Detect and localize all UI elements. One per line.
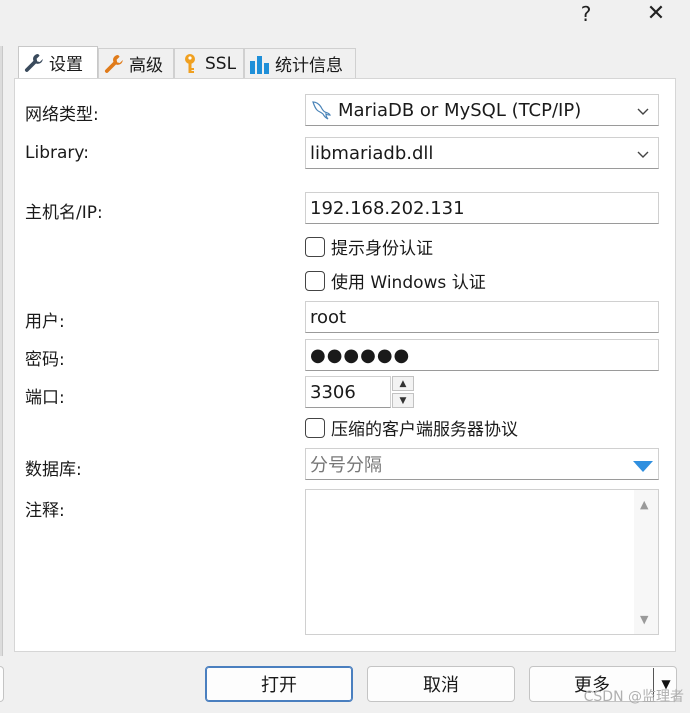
network-type-value: MariaDB or MySQL (TCP/IP) xyxy=(338,99,582,121)
tab-statistics-label: 统计信息 xyxy=(275,56,343,76)
left-edge-strip xyxy=(0,46,3,656)
open-button-label: 打开 xyxy=(261,675,297,696)
prompt-credentials-checkbox[interactable]: 提示身份认证 xyxy=(305,234,433,259)
checkbox-box[interactable] xyxy=(305,236,325,257)
compression-checkbox[interactable]: 压缩的客户端服务器协议 xyxy=(305,415,518,440)
partial-button[interactable] xyxy=(0,666,4,702)
windows-auth-checkbox[interactable]: 使用 Windows 认证 xyxy=(305,268,486,293)
checkbox-box[interactable] xyxy=(305,417,325,438)
port-increment-button[interactable]: ▲ xyxy=(392,376,414,391)
wrench-icon xyxy=(103,53,125,75)
windows-auth-label: 使用 Windows 认证 xyxy=(331,273,486,293)
tab-settings[interactable]: 设置 xyxy=(18,46,98,78)
hostname-input[interactable]: 192.168.202.131 xyxy=(305,192,659,224)
port-stepper[interactable]: ▲ ▼ xyxy=(392,376,414,408)
comment-label: 注释: xyxy=(25,501,65,521)
user-value: root xyxy=(310,306,347,328)
tab-advanced[interactable]: 高级 xyxy=(98,48,174,78)
watermark: CSDN @监理者 xyxy=(583,689,684,705)
port-value: 3306 xyxy=(310,381,356,403)
comment-scrollbar[interactable]: ▲ ▼ xyxy=(634,490,658,634)
dropdown-arrow-icon[interactable] xyxy=(632,457,654,472)
comment-textarea[interactable]: ▲ ▼ xyxy=(305,489,659,635)
tab-advanced-label: 高级 xyxy=(129,56,163,76)
mysql-dolphin-icon xyxy=(310,99,334,121)
chevron-down-icon xyxy=(636,102,650,116)
library-label: Library: xyxy=(25,143,89,163)
tab-ssl[interactable]: SSL xyxy=(174,48,244,78)
hostname-label: 主机名/IP: xyxy=(25,203,103,223)
compression-label: 压缩的客户端服务器协议 xyxy=(331,420,518,440)
hostname-value: 192.168.202.131 xyxy=(310,197,465,219)
databases-label: 数据库: xyxy=(25,460,82,480)
tab-settings-label: 设置 xyxy=(49,55,83,75)
port-input[interactable]: 3306 xyxy=(305,376,391,408)
open-button[interactable]: 打开 xyxy=(205,666,353,702)
password-input[interactable]: ●●●●●● xyxy=(305,339,659,371)
title-bar: ? ✕ xyxy=(0,0,690,36)
network-type-label: 网络类型: xyxy=(25,105,99,125)
password-value: ●●●●●● xyxy=(310,344,411,366)
cancel-button[interactable]: 取消 xyxy=(367,666,515,702)
close-button[interactable]: ✕ xyxy=(636,0,676,30)
key-icon xyxy=(179,53,201,75)
library-value: libmariadb.dll xyxy=(310,142,434,164)
help-button[interactable]: ? xyxy=(566,0,606,30)
arrow-down-icon: ▼ xyxy=(399,395,407,406)
scroll-up-icon[interactable]: ▲ xyxy=(640,498,648,511)
tab-statistics[interactable]: 统计信息 xyxy=(244,48,356,78)
password-label: 密码: xyxy=(25,350,65,370)
tab-ssl-label: SSL xyxy=(205,53,237,74)
bar-chart-icon xyxy=(249,53,271,75)
network-type-select[interactable]: MariaDB or MySQL (TCP/IP) xyxy=(305,94,659,126)
user-input[interactable]: root xyxy=(305,301,659,333)
scroll-down-icon[interactable]: ▼ xyxy=(640,613,648,626)
port-decrement-button[interactable]: ▼ xyxy=(392,393,414,408)
wrench-icon xyxy=(23,52,45,74)
cancel-button-label: 取消 xyxy=(423,675,459,696)
arrow-up-icon: ▲ xyxy=(399,378,407,389)
databases-input[interactable]: 分号分隔 xyxy=(305,448,659,480)
library-select[interactable]: libmariadb.dll xyxy=(305,137,659,169)
chevron-down-icon xyxy=(636,145,650,159)
prompt-credentials-label: 提示身份认证 xyxy=(331,239,433,259)
user-label: 用户: xyxy=(25,312,65,332)
port-label: 端口: xyxy=(25,388,65,408)
databases-placeholder: 分号分隔 xyxy=(310,455,382,476)
checkbox-box[interactable] xyxy=(305,270,325,291)
